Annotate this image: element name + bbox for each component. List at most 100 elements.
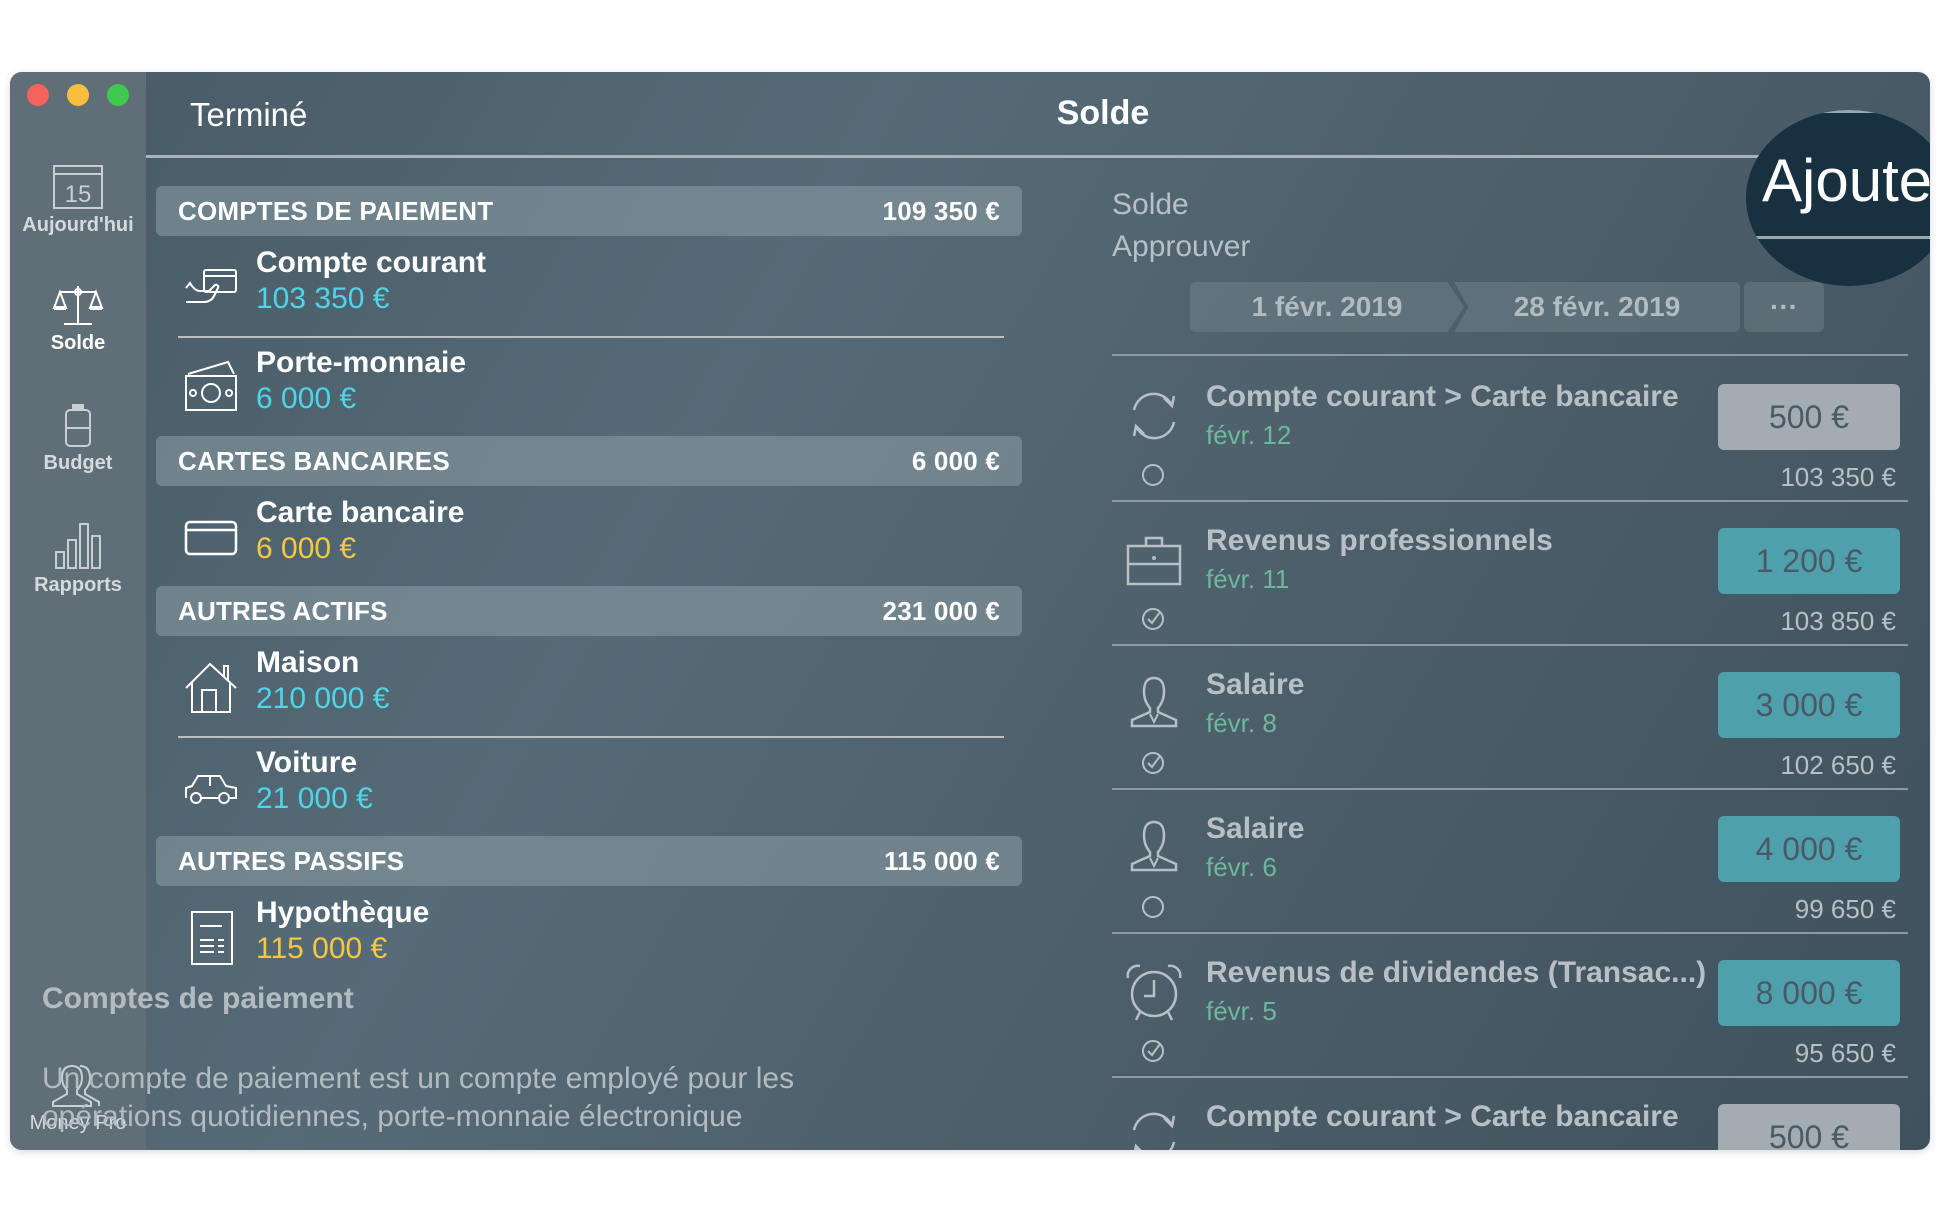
group-header-other-liabilities[interactable]: AUTRES PASSIFS 115 000 €: [156, 836, 1022, 886]
cleared-check-icon[interactable]: [1140, 1038, 1166, 1064]
bar-chart-icon: [55, 523, 101, 569]
sidebar-item-reports[interactable]: Rapports: [10, 520, 146, 597]
date-range-selector: 1 févr. 2019 28 févr. 2019 ···: [1190, 282, 1824, 332]
transaction-amount: 3 000 €: [1718, 672, 1900, 738]
transaction-date: févr. 12: [1206, 420, 1292, 450]
transaction-amount: 500 €: [1718, 384, 1900, 450]
transaction-row[interactable]: Compte courant > Carte bancaire 500 €: [1112, 1078, 1908, 1150]
sidebar-item-label: Rapports: [34, 574, 122, 596]
transaction-amount: 1 200 €: [1718, 528, 1900, 594]
close-window-button[interactable]: [27, 84, 49, 106]
page-title: Solde: [1056, 94, 1150, 132]
minimize-window-button[interactable]: [67, 84, 89, 106]
running-balance: 95 650 €: [1794, 1038, 1896, 1068]
transaction-date: févr. 6: [1206, 852, 1277, 882]
running-balance: 102 650 €: [1780, 750, 1896, 780]
person-icon: [1130, 820, 1178, 872]
add-button[interactable]: Ajouter: [1762, 146, 1930, 215]
summary-approve-label: Approuver: [1112, 230, 1251, 263]
hand-card-icon: [185, 269, 237, 303]
person-icon: [1130, 676, 1178, 728]
account-item[interactable]: Hypothèque 115 000 €: [156, 888, 1022, 986]
group-name: AUTRES PASSIFS: [178, 845, 405, 876]
account-balance: 21 000 €: [256, 782, 373, 815]
account-balance: 115 000 €: [256, 932, 388, 965]
account-balance: 210 000 €: [256, 682, 390, 715]
running-balance: 103 350 €: [1780, 462, 1896, 492]
sidebar-item-label: Aujourd'hui: [22, 214, 134, 236]
account-item[interactable]: Voiture 21 000 €: [156, 738, 1022, 836]
divider: [1746, 110, 1930, 113]
transaction-title: Revenus professionnels: [1206, 524, 1553, 557]
account-name: Porte-monnaie: [256, 346, 467, 379]
transaction-date: févr. 11: [1206, 564, 1290, 594]
sidebar-item-balance[interactable]: Solde: [10, 282, 146, 355]
budget-jar-icon: [65, 404, 91, 447]
date-start-button[interactable]: 1 févr. 2019: [1190, 282, 1464, 332]
group-header-payment-accounts[interactable]: COMPTES DE PAIEMENT 109 350 €: [156, 186, 1022, 236]
divider: [1746, 236, 1930, 239]
toolbar: Terminé Solde: [146, 72, 1930, 158]
cash-icon: [185, 360, 237, 411]
transactions-pane: Solde 10 Approuver 99 850 € 1 févr. 2019…: [1112, 172, 1912, 1150]
credit-card-icon: [184, 520, 238, 556]
document-icon: [191, 911, 233, 965]
calendar-icon: 15: [53, 165, 103, 209]
sidebar-item-label: Solde: [50, 332, 106, 354]
pending-circle-icon[interactable]: [1140, 462, 1166, 488]
account-name: Compte courant: [256, 246, 487, 279]
alarm-clock-icon: [1126, 964, 1182, 1021]
transfer-icon: [1132, 1112, 1176, 1150]
date-end-button[interactable]: 28 févr. 2019: [1454, 282, 1740, 332]
transaction-title: Salaire: [1206, 812, 1305, 845]
group-total: 109 350 €: [882, 195, 1000, 226]
briefcase-icon: [1126, 536, 1182, 586]
transaction-row[interactable]: Salaire févr. 8 3 000 € 102 650 €: [1112, 646, 1908, 790]
pending-circle-icon[interactable]: [1140, 894, 1166, 920]
maximize-window-button[interactable]: [107, 84, 129, 106]
transaction-amount: 8 000 €: [1718, 960, 1900, 1026]
summary-balance-label: Solde: [1112, 188, 1189, 221]
account-item[interactable]: Porte-monnaie 6 000 €: [156, 338, 1022, 436]
transaction-date: févr. 8: [1206, 708, 1277, 738]
house-icon: [185, 662, 237, 713]
group-name: AUTRES ACTIFS: [178, 595, 388, 626]
transfer-icon: [1132, 392, 1176, 440]
transaction-amount: 500 €: [1718, 1104, 1900, 1150]
transaction-title: Compte courant > Carte bancaire: [1206, 1100, 1679, 1133]
window-controls: [27, 84, 129, 106]
sidebar-item-today[interactable]: 15 Aujourd'hui: [10, 164, 146, 237]
transaction-row[interactable]: Revenus de dividendes (Transac...) févr. …: [1112, 934, 1908, 1078]
more-options-button[interactable]: ···: [1744, 282, 1824, 332]
sidebar-item-budget[interactable]: Budget: [10, 402, 146, 475]
sidebar-item-label: Budget: [43, 452, 113, 474]
account-balance: 6 000 €: [256, 532, 357, 565]
transaction-date: févr. 5: [1206, 996, 1277, 1026]
transaction-row[interactable]: Revenus professionnels févr. 11 1 200 € 103…: [1112, 502, 1908, 646]
group-total: 6 000 €: [911, 445, 1000, 476]
info-description: Un compte de paiement est un compte empl…: [42, 1062, 795, 1133]
svg-text:15: 15: [65, 181, 92, 208]
group-name: COMPTES DE PAIEMENT: [178, 195, 494, 226]
group-header-credit-cards[interactable]: CARTES BANCAIRES 6 000 €: [156, 436, 1022, 486]
account-item[interactable]: Carte bancaire 6 000 €: [156, 488, 1022, 586]
running-balance: 103 850 €: [1780, 606, 1896, 636]
car-icon: [185, 775, 237, 804]
account-balance: 103 350 €: [256, 282, 390, 315]
cleared-check-icon[interactable]: [1140, 606, 1166, 632]
transaction-row[interactable]: Salaire févr. 6 4 000 € 99 650 €: [1112, 790, 1908, 934]
transaction-row[interactable]: Compte courant > Carte bancaire févr. 12 5…: [1112, 358, 1908, 502]
account-name: Carte bancaire: [256, 496, 465, 529]
transaction-amount: 4 000 €: [1718, 816, 1900, 882]
account-name: Voiture: [256, 746, 358, 779]
account-balance: 6 000 €: [256, 382, 357, 415]
transaction-title: Revenus de dividendes (Transac...): [1206, 956, 1707, 989]
account-item[interactable]: Maison 210 000 €: [156, 638, 1022, 736]
account-name: Hypothèque: [256, 896, 430, 929]
running-balance: 99 650 €: [1794, 894, 1896, 924]
account-item[interactable]: Compte courant 103 350 €: [156, 238, 1022, 336]
group-name: CARTES BANCAIRES: [178, 445, 450, 476]
account-name: Maison: [256, 646, 360, 679]
group-header-other-assets[interactable]: AUTRES ACTIFS 231 000 €: [156, 586, 1022, 636]
cleared-check-icon[interactable]: [1140, 750, 1166, 776]
